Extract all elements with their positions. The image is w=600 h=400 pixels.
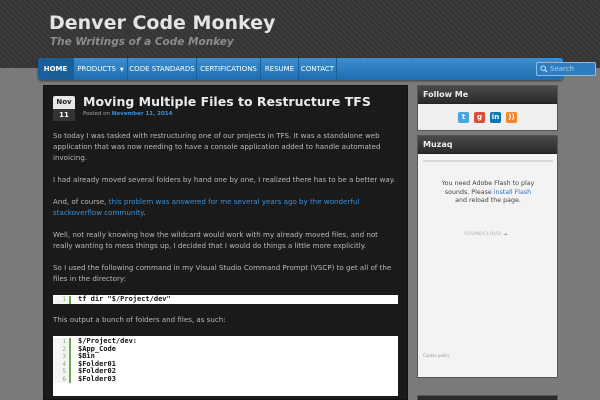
nav-item-contact[interactable]: CONTACT: [299, 58, 337, 80]
next-widget: [417, 395, 558, 400]
nav-item-label: CODE STANDARDS: [129, 65, 195, 73]
paragraph-text: And, of course,: [53, 197, 109, 206]
post-meta-prefix: Posted on: [83, 111, 112, 117]
site-tagline: The Writings of a Code Monkey: [50, 36, 234, 48]
date-badge: Nov 11: [53, 96, 75, 121]
flash-text: and reload the page.: [455, 197, 521, 204]
twitter-icon[interactable]: t: [458, 112, 469, 123]
post-title[interactable]: Moving Multiple Files to Restructure TFS: [83, 94, 371, 109]
line-number: 4: [53, 360, 71, 368]
paragraph: So I used the following command in my Vi…: [53, 263, 392, 283]
nav-item-products[interactable]: PRODUCTS ▼: [74, 58, 128, 80]
cookie-policy-link[interactable]: Cookie policy: [423, 353, 450, 358]
search-input[interactable]: [550, 63, 594, 75]
code-text: tf dir "$/Project/dev": [78, 295, 171, 303]
site-title[interactable]: Denver Code Monkey: [49, 12, 275, 34]
code-line: 2 $App_Code: [53, 345, 398, 353]
nav-item-label: CONTACT: [300, 65, 335, 73]
nav-item-label: HOME: [43, 65, 68, 73]
post-meta: Posted on November 11, 2014: [83, 111, 172, 117]
line-number: 1: [53, 338, 71, 346]
code-block: 1 $/Project/dev: 2 $App_Code 3 $Bin 4 $Folde…: [53, 336, 398, 396]
line-number: 3: [53, 353, 71, 361]
social-icons: t g in )): [418, 104, 557, 130]
nav-item-certifications[interactable]: CERTIFICATIONS: [197, 58, 261, 80]
post-body: So today I was tasked with restructuring…: [53, 130, 398, 400]
widget-title: Follow Me: [418, 86, 557, 104]
linkedin-icon[interactable]: in: [490, 112, 501, 123]
code-line: 6 $Folder03: [53, 374, 398, 383]
nav-item-label: CERTIFICATIONS: [200, 65, 257, 73]
code-line: 1 tf dir "$/Project/dev": [53, 295, 398, 304]
nav-item-home[interactable]: HOME: [38, 58, 74, 80]
main-nav: HOME PRODUCTS ▼ CODE STANDARDS CERTIFICAT…: [38, 58, 596, 80]
widget-title: Muzaq: [418, 136, 557, 154]
nav-item-label: PRODUCTS: [77, 65, 116, 73]
post-article: Nov 11 Moving Multiple Files to Restruct…: [43, 85, 408, 400]
chevron-down-icon: ▼: [119, 67, 124, 73]
paragraph: So today I was tasked with restructuring…: [53, 131, 381, 162]
paragraph: I had already moved several folders by h…: [53, 175, 396, 184]
player-bar: [423, 160, 553, 162]
soundcloud-label: SOUNDCLOUD: [464, 232, 502, 237]
paragraph: And, of course, this problem was answere…: [53, 196, 398, 218]
date-day: 11: [53, 109, 75, 121]
search-box: [536, 62, 596, 76]
install-flash-link[interactable]: install Flash: [494, 189, 531, 196]
code-block: 1 tf dir "$/Project/dev": [53, 295, 398, 304]
nav-item-label: RESUME: [264, 65, 295, 73]
google-plus-icon[interactable]: g: [474, 112, 485, 123]
nav-item-code-standards[interactable]: CODE STANDARDS: [128, 58, 197, 80]
post-date-link[interactable]: November 11, 2014: [112, 111, 173, 117]
code-text: $Folder03: [78, 374, 116, 383]
paragraph: Well, not really knowing how the wildcar…: [53, 230, 378, 250]
flash-message: You need Adobe Flash to play sounds. Ple…: [438, 180, 538, 206]
date-month: Nov: [56, 98, 72, 106]
line-number: 6: [53, 375, 71, 383]
paragraph-text: .: [143, 208, 146, 217]
follow-me-widget: Follow Me t g in )): [417, 85, 558, 131]
cloud-icon: ☁: [503, 232, 509, 237]
soundcloud-logo: SOUNDCLOUD ☁: [464, 232, 508, 237]
soundcloud-player[interactable]: You need Adobe Flash to play sounds. Ple…: [418, 154, 557, 377]
paragraph: This output a bunch of folders and files…: [53, 315, 226, 324]
muzaq-widget: Muzaq You need Adobe Flash to play sound…: [417, 135, 558, 378]
line-number: 5: [53, 368, 71, 376]
nav-item-resume[interactable]: RESUME: [261, 58, 299, 80]
search-icon[interactable]: [540, 65, 548, 73]
rss-icon[interactable]: )): [506, 112, 517, 123]
line-number: 1: [53, 296, 71, 304]
line-number: 2: [53, 345, 71, 353]
